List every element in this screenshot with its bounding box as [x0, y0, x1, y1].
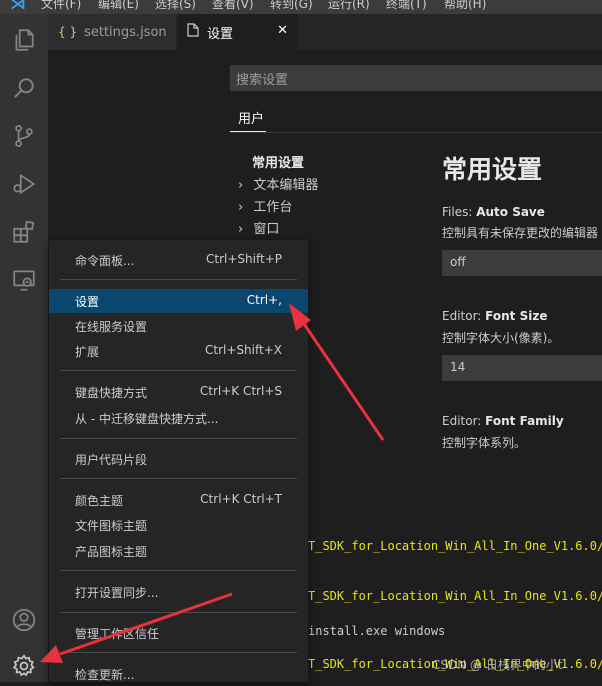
toc-heading[interactable]: 常用设置: [252, 152, 304, 171]
menu-item-extensions[interactable]: 扩展 Ctrl+Shift+X: [49, 339, 308, 363]
account-icon[interactable]: [0, 602, 48, 638]
menu-separator: [60, 570, 297, 571]
menu-item-check-for-updates[interactable]: 检查更新...: [49, 662, 308, 686]
settings-search-input[interactable]: 搜索设置: [230, 65, 602, 91]
chevron-right-icon: ›: [238, 200, 244, 215]
menu-separator: [60, 370, 297, 371]
toc-item-window[interactable]: › 窗口: [238, 218, 279, 237]
gear-icon[interactable]: [0, 648, 48, 684]
divider: [230, 132, 602, 133]
explorer-icon[interactable]: [0, 22, 48, 58]
menu-separator: [60, 652, 297, 653]
source-control-icon[interactable]: [0, 118, 48, 154]
tab-label: settings.json: [84, 24, 167, 40]
manage-context-menu: 命令面板... Ctrl+Shift+P 设置 Ctrl+, 在线服务设置 扩展 Ct…: [49, 240, 308, 682]
tab-settings-json[interactable]: { } settings.json: [48, 14, 176, 50]
search-icon[interactable]: [0, 70, 48, 106]
tab-label: 设置: [207, 26, 234, 42]
toc-item-label: 窗口: [253, 222, 280, 237]
setting-title-font-size: Editor: Font Size: [442, 309, 548, 323]
menu-item-command-palette[interactable]: 命令面板... Ctrl+Shift+P: [49, 248, 308, 272]
toc-item-workbench[interactable]: › 工作台: [238, 196, 292, 215]
menu-separator: [60, 612, 297, 613]
tab-user-settings[interactable]: 用户: [238, 108, 264, 127]
terminal-line: install.exe windows: [308, 624, 446, 638]
toc-item-label: 工作台: [253, 200, 293, 215]
section-title: 常用设置: [442, 155, 543, 184]
menu-item-product-icon-theme[interactable]: 产品图标主题: [49, 539, 308, 563]
menu-separator: [60, 478, 297, 479]
remote-explorer-icon[interactable]: [0, 262, 48, 298]
font-size-input[interactable]: 14: [442, 355, 602, 381]
menu-item-manage-workspace-trust[interactable]: 管理工作区信任: [49, 621, 308, 645]
menu-item-color-theme[interactable]: 颜色主题 Ctrl+K Ctrl+T: [49, 488, 308, 512]
menu-separator: [60, 279, 297, 280]
menu-file[interactable]: 文件(F): [41, 0, 81, 12]
menu-item-settings-sync[interactable]: 打开设置同步...: [49, 580, 308, 604]
menu-separator: [60, 438, 297, 439]
toc-item-label: 文本编辑器: [253, 178, 319, 193]
setting-desc-font-family: 控制字体系列。: [442, 436, 527, 450]
document-icon: [187, 23, 199, 41]
menu-item-user-snippets[interactable]: 用户代码片段: [49, 447, 308, 471]
close-icon[interactable]: ✕: [277, 23, 288, 38]
watermark: CSDN @ 日栈界中的小t: [432, 658, 563, 672]
activity-bar: [0, 14, 48, 682]
setting-title-font-family: Editor: Font Family: [442, 414, 564, 428]
menu-item-keyboard-shortcuts[interactable]: 键盘快捷方式 Ctrl+K Ctrl+S: [49, 380, 308, 404]
menu-edit[interactable]: 编辑(E): [98, 0, 139, 12]
menu-terminal[interactable]: 终端(T): [386, 0, 427, 12]
terminal-line: T_SDK_for_Location_Win_All_In_One_V1.6.0…: [308, 539, 602, 553]
extensions-icon[interactable]: [0, 214, 48, 250]
menu-item-settings[interactable]: 设置 Ctrl+,: [49, 289, 308, 313]
menu-view[interactable]: 查看(V): [212, 0, 254, 12]
menu-selection[interactable]: 选择(S): [155, 0, 196, 12]
menu-goto[interactable]: 转到(G): [270, 0, 313, 12]
search-placeholder: 搜索设置: [236, 73, 289, 88]
vscode-logo-icon: ⋊: [10, 0, 26, 13]
menubar: ⋊ 文件(F) 编辑(E) 选择(S) 查看(V) 转到(G) 运行(R) 终端…: [0, 0, 602, 14]
run-debug-icon[interactable]: [0, 166, 48, 202]
auto-save-select[interactable]: off: [442, 250, 602, 276]
setting-desc-font-size: 控制字体大小(像素)。: [442, 331, 560, 345]
json-icon: { }: [58, 25, 78, 39]
setting-desc-auto-save: 控制具有未保存更改的编辑器: [442, 226, 599, 240]
editor-tab-bar: { } settings.json 设置 ✕: [48, 14, 602, 50]
menu-run[interactable]: 运行(R): [328, 0, 370, 12]
toc-item-text-editor[interactable]: › 文本编辑器: [238, 174, 318, 193]
menu-help[interactable]: 帮助(H): [444, 0, 486, 12]
menu-item-migrate-keybindings[interactable]: 从 - 中迁移键盘快捷方式...: [49, 406, 308, 430]
terminal-line: T_SDK_for_Location_Win_All_In_One_V1.6.0…: [308, 589, 602, 603]
setting-title-auto-save: Files: Auto Save: [442, 205, 545, 219]
tab-settings[interactable]: 设置 ✕: [178, 14, 298, 50]
menu-item-file-icon-theme[interactable]: 文件图标主题: [49, 513, 308, 537]
chevron-right-icon: ›: [238, 178, 244, 193]
arrow-to-settings: [298, 317, 385, 441]
chevron-right-icon: ›: [238, 222, 244, 237]
menu-item-online-services-settings[interactable]: 在线服务设置: [49, 314, 308, 338]
